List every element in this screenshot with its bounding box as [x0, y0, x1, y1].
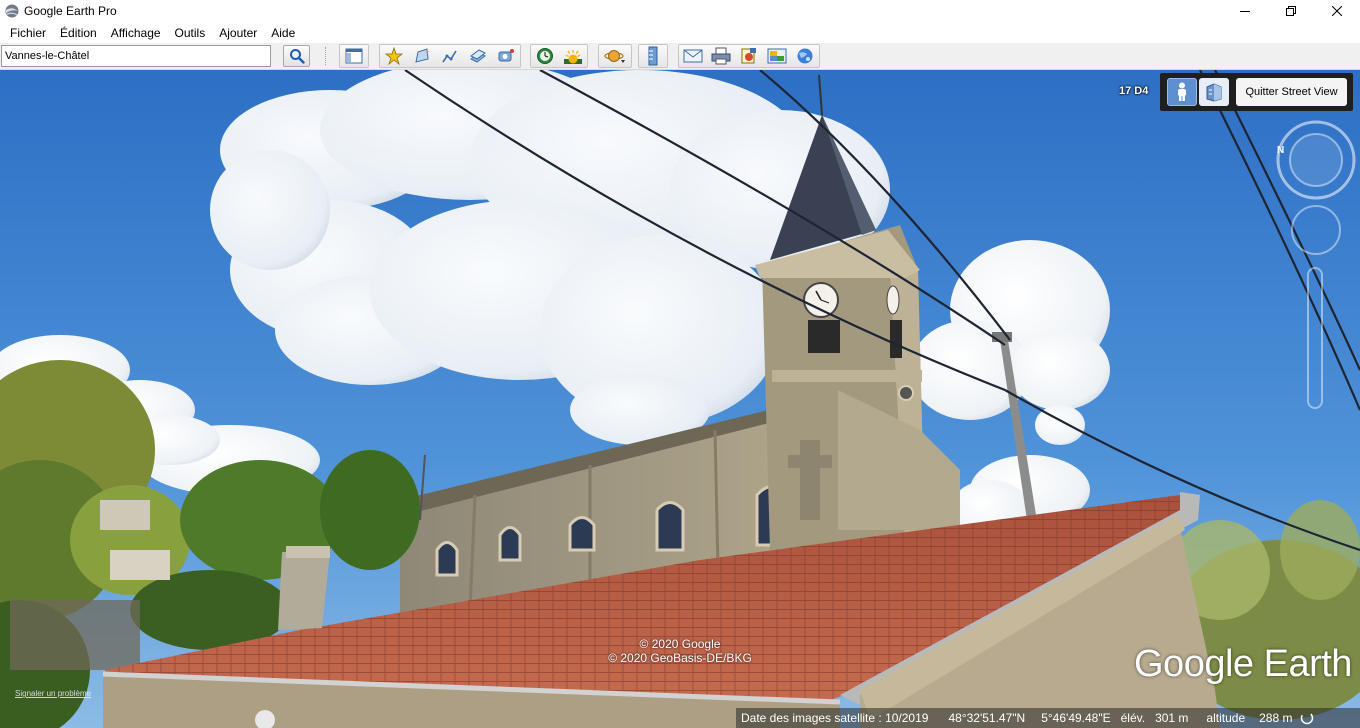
toolbar-group-time [530, 44, 588, 68]
add-placemark-button[interactable] [380, 45, 408, 67]
imagery-copyright: © 2020 Google © 2020 GeoBasis-DE/BKG [580, 637, 780, 665]
google-maps-button[interactable] [791, 45, 819, 67]
search-icon [289, 49, 305, 64]
zoom-slider[interactable] [1307, 267, 1323, 409]
ruler-icon [648, 46, 658, 66]
longitude-readout: 5°46'49.48"E [1041, 711, 1111, 725]
minimize-button[interactable] [1222, 0, 1268, 22]
street-view-imagery [0, 70, 1360, 728]
add-polygon-button[interactable]: + [408, 45, 436, 67]
streaming-indicator-icon [1301, 711, 1314, 725]
elevation-readout: élév. 301 m [1120, 711, 1189, 725]
menu-aide[interactable]: Aide [264, 26, 302, 40]
close-button[interactable] [1314, 0, 1360, 22]
menu-outils[interactable]: Outils [168, 26, 213, 40]
menu-affichage[interactable]: Affichage [104, 26, 168, 40]
restore-button[interactable] [1268, 0, 1314, 22]
title-bar: Google Earth Pro [0, 0, 1360, 22]
polygon-icon: + [415, 47, 430, 63]
menu-fichier[interactable]: Fichier [3, 26, 53, 40]
status-indicator [1300, 711, 1314, 725]
altitude-label: altitude [1206, 711, 1246, 725]
building-3d-icon [1206, 83, 1222, 102]
toolbar-separator [325, 47, 326, 65]
ruler-button[interactable] [639, 45, 667, 67]
street-view-ground-button[interactable] [1199, 78, 1229, 106]
move-joystick[interactable] [1291, 205, 1341, 255]
menu-bar: Fichier Édition Affichage Outils Ajouter… [0, 22, 1360, 43]
historical-imagery-button[interactable] [531, 45, 559, 67]
minimize-icon [1240, 11, 1250, 12]
toolbar: + [0, 43, 1360, 70]
email-icon [683, 49, 703, 63]
toolbar-group-ruler [638, 44, 668, 68]
copyright-line: © 2020 GeoBasis-DE/BKG [608, 651, 752, 665]
sidebar-toggle-button[interactable] [340, 45, 368, 67]
restore-icon [1286, 6, 1296, 16]
email-button[interactable] [679, 45, 707, 67]
add-overlay-button[interactable] [464, 45, 492, 67]
view-in-maps-button[interactable] [763, 45, 791, 67]
altitude-value: 288 m [1259, 711, 1293, 725]
imagery-date: Date des images satellite : 10/2019 [741, 711, 929, 725]
print-icon [711, 47, 731, 65]
map-icon [767, 48, 787, 64]
toolbar-group-share [678, 44, 820, 68]
historical-imagery-icon [537, 48, 553, 64]
status-bar: Date des images satellite : 10/2019 48°3… [736, 708, 1360, 728]
person-icon [1178, 82, 1186, 101]
planets-icon [604, 50, 625, 63]
svg-text:+: + [425, 47, 430, 56]
toolbar-group-sidebar [339, 44, 369, 68]
add-path-button[interactable] [436, 45, 464, 67]
toolbar-group-planets [598, 44, 632, 68]
sunlight-icon [564, 50, 582, 64]
latitude-readout: 48°32'51.47"N [948, 711, 1026, 725]
save-image-icon [741, 48, 756, 64]
record-tour-button[interactable] [492, 45, 520, 67]
copyright-line: © 2020 Google [639, 637, 721, 651]
street-view-viewport[interactable]: 17 D4 Quitter Street View N © 2020 Googl… [0, 70, 1360, 728]
search-input[interactable] [1, 45, 271, 67]
overlay-icon [470, 49, 486, 63]
record-tour-icon [498, 49, 514, 62]
sidebar-icon [345, 48, 363, 64]
street-view-person-button[interactable] [1167, 78, 1197, 106]
google-maps-icon [797, 48, 813, 64]
placemark-icon [385, 47, 403, 65]
report-problem-link[interactable]: Signaler un problème [15, 689, 91, 698]
search-button[interactable] [283, 45, 310, 67]
north-indicator[interactable]: N [1277, 145, 1284, 156]
planets-button[interactable] [599, 45, 631, 67]
google-earth-logo: Google Earth [1134, 643, 1352, 685]
menu-edition[interactable]: Édition [53, 26, 104, 40]
window-controls [1222, 0, 1360, 22]
menu-ajouter[interactable]: Ajouter [212, 26, 264, 40]
save-image-button[interactable] [735, 45, 763, 67]
google-earth-app-icon [5, 4, 19, 18]
street-view-panel: Quitter Street View [1160, 73, 1353, 111]
window-title: Google Earth Pro [24, 4, 117, 18]
navigation-controls[interactable]: N [1272, 118, 1360, 418]
print-button[interactable] [707, 45, 735, 67]
toolbar-group-create: + [379, 44, 521, 68]
path-icon [442, 50, 457, 63]
quit-street-view-button[interactable]: Quitter Street View [1236, 78, 1347, 106]
look-joystick[interactable] [1276, 120, 1356, 200]
close-icon [1332, 6, 1342, 16]
sunlight-button[interactable] [559, 45, 587, 67]
zoom-level-code: 17 D4 [1119, 85, 1149, 97]
